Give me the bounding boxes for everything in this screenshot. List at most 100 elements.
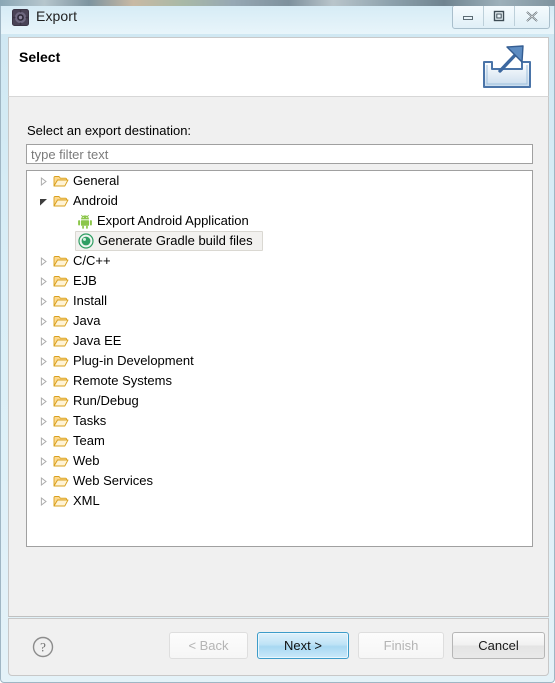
- close-button[interactable]: [515, 6, 549, 26]
- window-title: Export: [36, 8, 78, 24]
- tree-item-tasks[interactable]: Tasks: [27, 411, 532, 431]
- tree-item-content: Web Services: [51, 472, 158, 490]
- collapse-arrow-icon[interactable]: [35, 191, 51, 211]
- folder-icon: [51, 331, 71, 351]
- expand-arrow-icon[interactable]: [35, 271, 51, 291]
- tree-item-android[interactable]: Android: [27, 191, 532, 211]
- wizard-header: Select: [8, 37, 549, 97]
- expand-arrow-icon[interactable]: [35, 251, 51, 271]
- dialog-button-bar: ? < Back Next > Finish Cancel: [8, 618, 549, 676]
- tree-item-label: Install: [73, 293, 107, 308]
- export-dialog-window: Export Select Select an export destinati…: [0, 0, 555, 683]
- eclipse-icon: [12, 9, 29, 26]
- tree-item-label: Team: [73, 433, 105, 448]
- svg-text:?: ?: [40, 640, 46, 655]
- tree-item-plug-in-development[interactable]: Plug-in Development: [27, 351, 532, 371]
- tree-item-web-services[interactable]: Web Services: [27, 471, 532, 491]
- tree-item-content: Java EE: [51, 332, 126, 350]
- window-controls: [452, 5, 550, 29]
- tree-item-web[interactable]: Web: [27, 451, 532, 471]
- page-title: Select: [19, 49, 61, 65]
- tree-item-label: Plug-in Development: [73, 353, 194, 368]
- folder-icon: [51, 291, 71, 311]
- tree-item-label: C/C++: [73, 253, 111, 268]
- tree-item-content: XML: [51, 492, 105, 510]
- tree-item-ejb[interactable]: EJB: [27, 271, 532, 291]
- tree-item-c-c[interactable]: C/C++: [27, 251, 532, 271]
- desktop-background-strip: [0, 0, 555, 6]
- expand-arrow-icon[interactable]: [35, 491, 51, 511]
- tree-item-label: Java: [73, 313, 101, 328]
- expand-arrow-icon[interactable]: [35, 171, 51, 191]
- folder-icon: [51, 191, 71, 211]
- tree-item-label: Java EE: [73, 333, 122, 348]
- tree-item-team[interactable]: Team: [27, 431, 532, 451]
- tree-item-label: Web: [73, 453, 100, 468]
- destination-label: Select an export destination:: [27, 123, 192, 138]
- tree-item-label: Generate Gradle build files: [98, 233, 253, 248]
- finish-button[interactable]: Finish: [358, 632, 444, 659]
- folder-icon: [51, 371, 71, 391]
- tree-item-java[interactable]: Java: [27, 311, 532, 331]
- tree-item-content: Team: [51, 432, 110, 450]
- cancel-button-label: Cancel: [478, 638, 519, 653]
- expand-arrow-icon[interactable]: [35, 391, 51, 411]
- expand-arrow-icon[interactable]: [35, 351, 51, 371]
- minimize-button[interactable]: [453, 6, 484, 26]
- wizard-body: Select an export destination: General And…: [8, 97, 549, 617]
- folder-icon: [51, 171, 71, 191]
- tree-item-export-android-application[interactable]: Export Android Application: [27, 211, 532, 231]
- next-button[interactable]: Next >: [257, 632, 349, 659]
- tree-item-content: Java: [51, 312, 105, 330]
- expand-arrow-icon[interactable]: [35, 291, 51, 311]
- tree-item-content: Android: [51, 192, 123, 210]
- tree-item-content: C/C++: [51, 252, 116, 270]
- tree-item-content: Remote Systems: [51, 372, 177, 390]
- expand-arrow-icon[interactable]: [35, 451, 51, 471]
- tree-item-label: Export Android Application: [97, 213, 249, 228]
- folder-icon: [51, 311, 71, 331]
- tree-item-content: Run/Debug: [51, 392, 144, 410]
- expand-arrow-icon[interactable]: [35, 411, 51, 431]
- export-destination-tree[interactable]: General Android Export Android Application…: [26, 170, 533, 547]
- folder-icon: [51, 491, 71, 511]
- filter-input[interactable]: [26, 144, 533, 164]
- tree-item-remote-systems[interactable]: Remote Systems: [27, 371, 532, 391]
- folder-icon: [51, 431, 71, 451]
- expand-arrow-icon[interactable]: [35, 311, 51, 331]
- expand-arrow-icon[interactable]: [35, 331, 51, 351]
- tree-item-content: Web: [51, 452, 105, 470]
- tree-item-java-ee[interactable]: Java EE: [27, 331, 532, 351]
- android-robot-icon: [75, 211, 95, 231]
- tree-item-generate-gradle-build-files[interactable]: Generate Gradle build files: [27, 231, 532, 251]
- maximize-button[interactable]: [484, 6, 515, 26]
- folder-icon: [51, 411, 71, 431]
- tree-item-content: Plug-in Development: [51, 352, 199, 370]
- tree-item-run-debug[interactable]: Run/Debug: [27, 391, 532, 411]
- help-question-icon[interactable]: ?: [31, 635, 55, 659]
- tree-item-content: Export Android Application: [75, 212, 254, 230]
- back-button[interactable]: < Back: [169, 632, 248, 659]
- tree-item-label: Remote Systems: [73, 373, 172, 388]
- expand-arrow-icon[interactable]: [35, 371, 51, 391]
- tree-item-label: Web Services: [73, 473, 153, 488]
- tree-item-label: Run/Debug: [73, 393, 139, 408]
- tree-item-content: Install: [51, 292, 112, 310]
- export-wizard-icon: [474, 38, 540, 96]
- expand-arrow-icon[interactable]: [35, 471, 51, 491]
- folder-icon: [51, 351, 71, 371]
- tree-item-label: Tasks: [73, 413, 107, 428]
- tree-item-general[interactable]: General: [27, 171, 532, 191]
- tree-item-content: General: [51, 172, 124, 190]
- next-button-label: Next >: [284, 638, 322, 653]
- tree-item-install[interactable]: Install: [27, 291, 532, 311]
- back-button-label: < Back: [188, 638, 229, 653]
- folder-icon: [51, 251, 71, 271]
- tree-item-label: XML: [73, 493, 100, 508]
- expand-arrow-icon[interactable]: [35, 431, 51, 451]
- tree-item-xml[interactable]: XML: [27, 491, 532, 511]
- cancel-button[interactable]: Cancel: [452, 632, 545, 659]
- finish-button-label: Finish: [383, 638, 419, 653]
